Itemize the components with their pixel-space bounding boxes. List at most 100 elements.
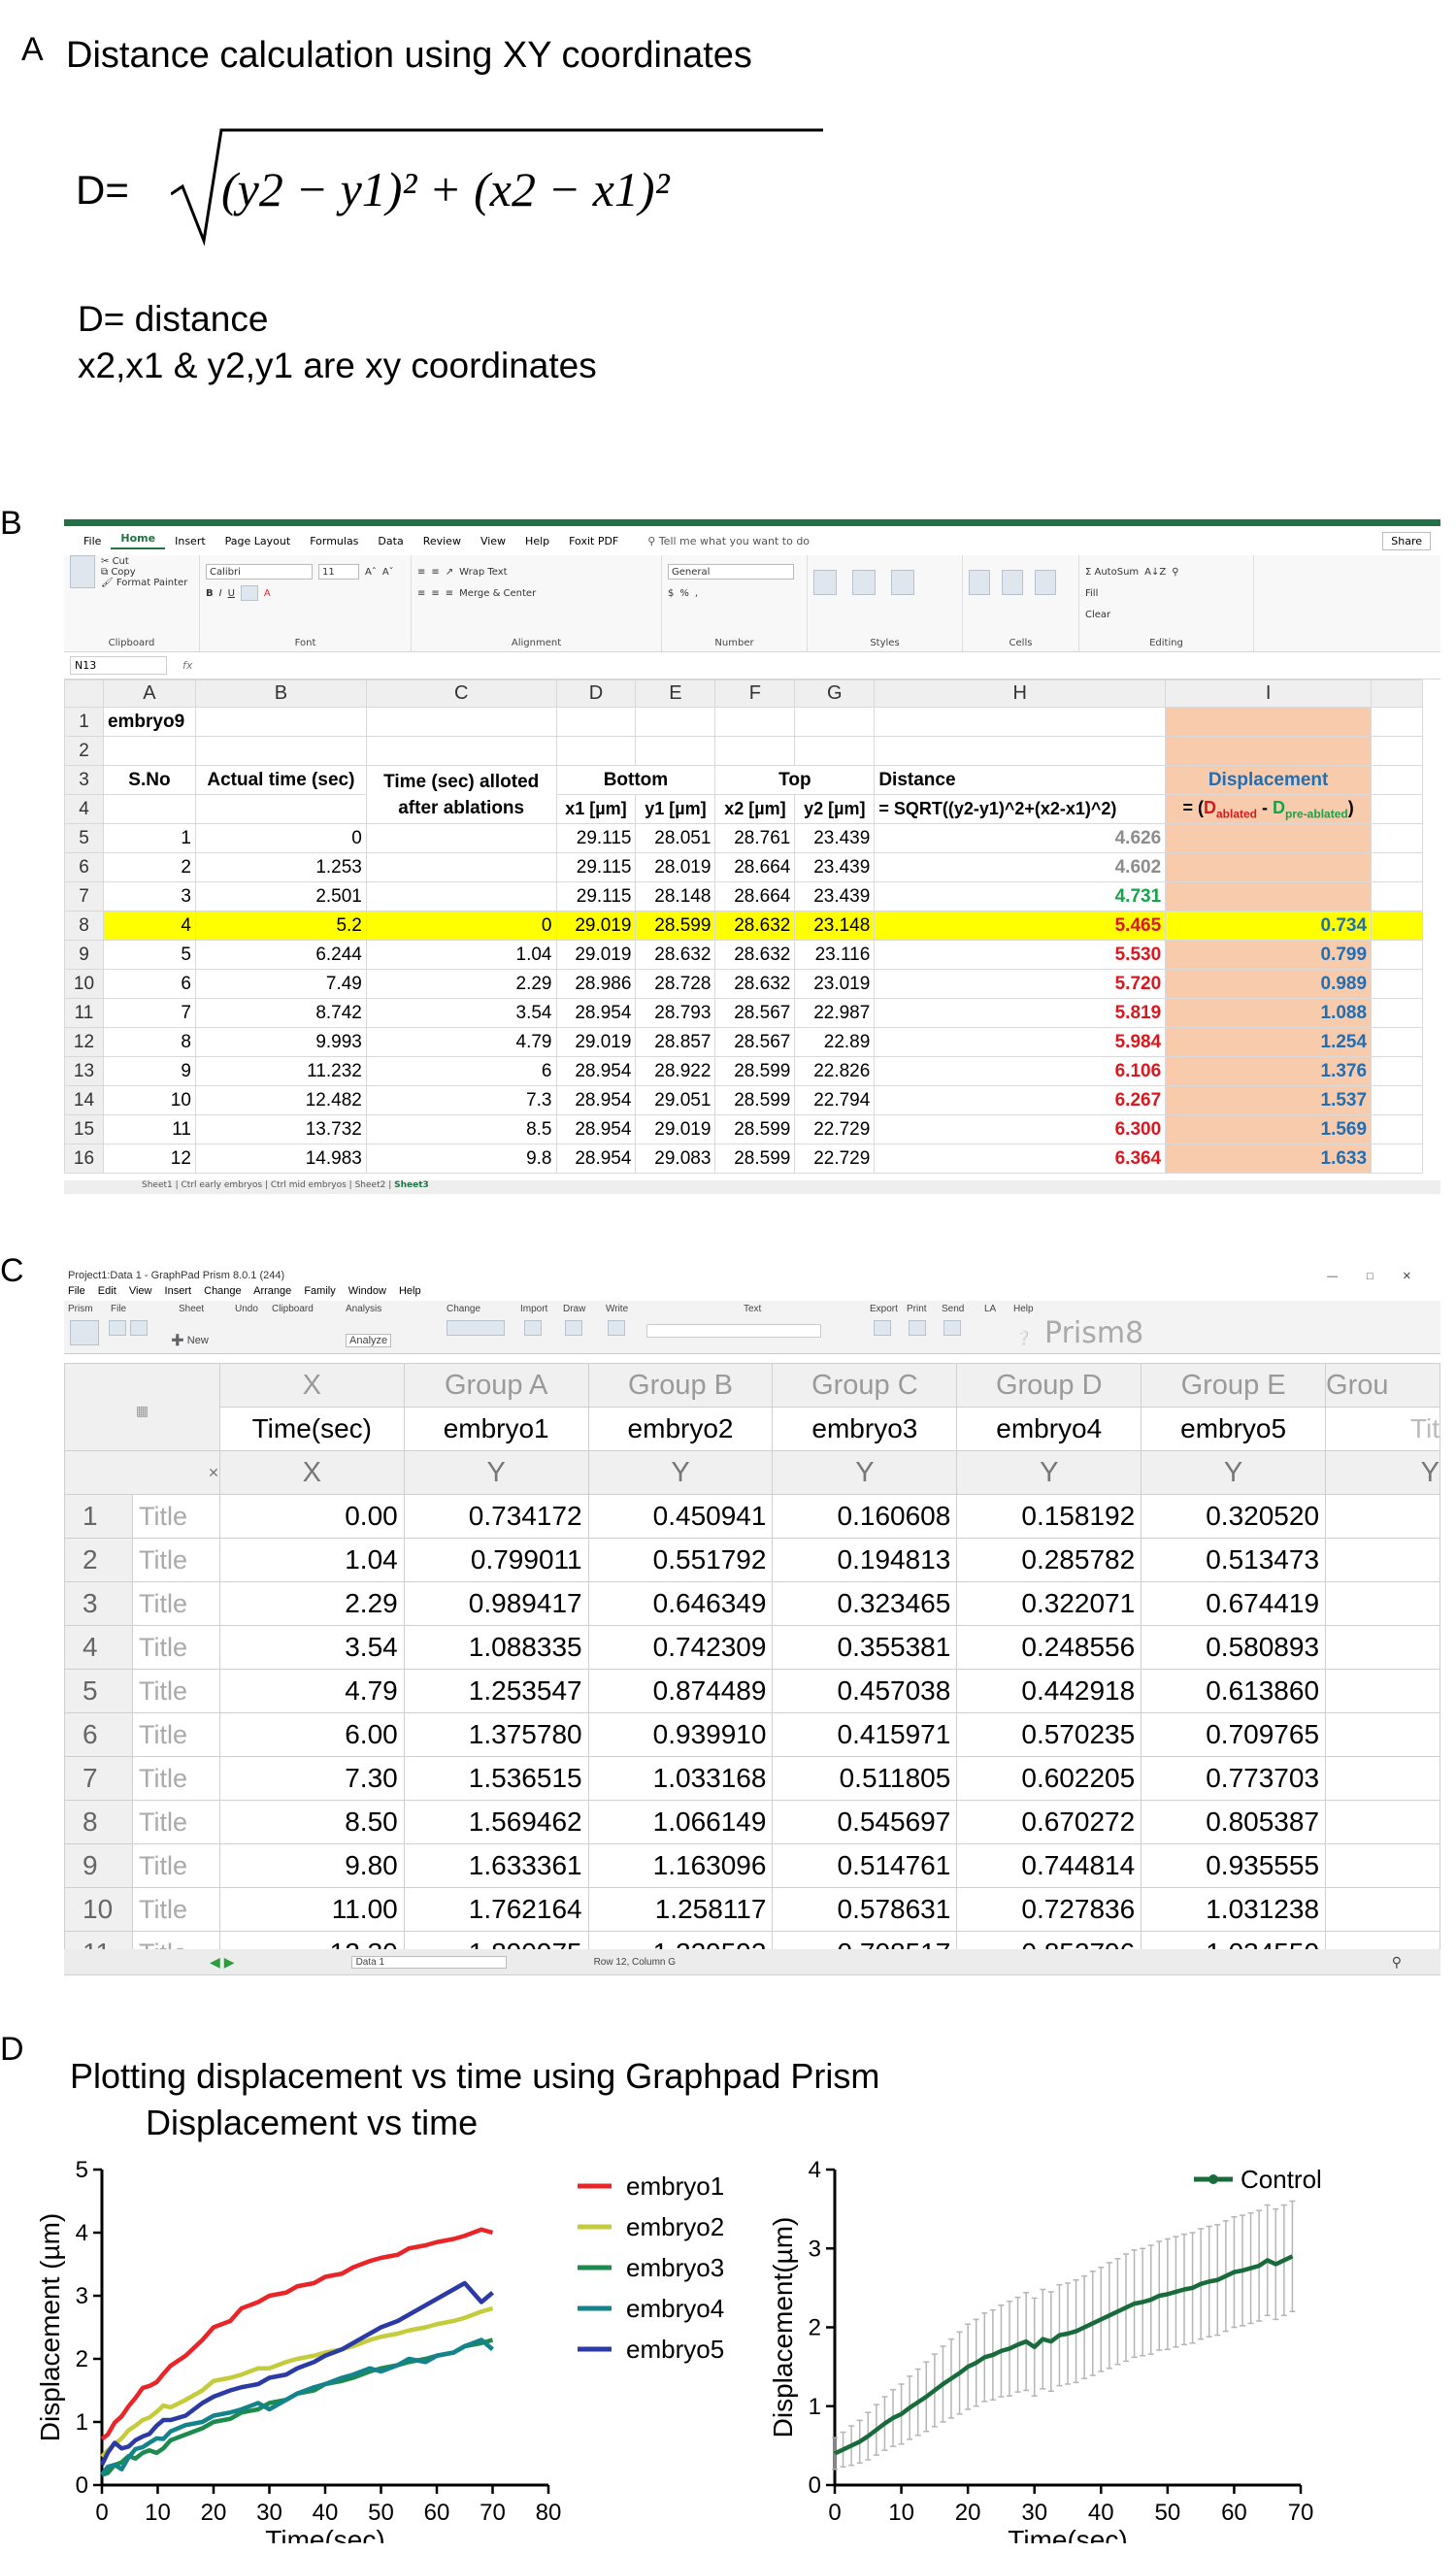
y-value-cell[interactable]: 0.322071 bbox=[956, 1581, 1142, 1626]
change-tools-icon[interactable] bbox=[447, 1320, 505, 1336]
share-button[interactable]: Share bbox=[1382, 531, 1431, 550]
y-value-cell[interactable]: 0.248556 bbox=[956, 1625, 1142, 1670]
cell-y2[interactable]: 22.729 bbox=[794, 1144, 876, 1174]
prism-menu-file[interactable]: File bbox=[68, 1285, 85, 1297]
send-icon[interactable] bbox=[943, 1320, 961, 1336]
y-value-cell[interactable]: 0.285782 bbox=[956, 1538, 1142, 1582]
col-header-c[interactable]: C bbox=[365, 680, 557, 708]
x-value-cell[interactable]: 2.29 bbox=[218, 1581, 405, 1626]
cell-sno[interactable]: 4 bbox=[102, 911, 196, 941]
row-header[interactable]: 13 bbox=[64, 1056, 104, 1086]
row-title[interactable]: Title bbox=[131, 1887, 220, 1932]
cell[interactable] bbox=[1371, 794, 1423, 824]
row-header[interactable]: 5 bbox=[64, 823, 104, 853]
sheet-tab[interactable]: Sheet2 bbox=[355, 1180, 386, 1190]
menu-formulas[interactable]: Formulas bbox=[300, 535, 368, 547]
cell-x2[interactable]: 28.664 bbox=[714, 852, 796, 882]
column-title[interactable]: embryo2 bbox=[587, 1407, 774, 1451]
cell[interactable] bbox=[1371, 881, 1423, 912]
cell-y1[interactable]: 28.793 bbox=[635, 998, 716, 1028]
cell[interactable] bbox=[1371, 852, 1423, 882]
cell[interactable] bbox=[194, 794, 367, 824]
cell[interactable] bbox=[714, 707, 796, 737]
font-select[interactable] bbox=[646, 1324, 821, 1338]
y-value-cell[interactable]: 0.355381 bbox=[772, 1625, 958, 1670]
cell[interactable] bbox=[555, 736, 637, 766]
cell-ta[interactable] bbox=[365, 852, 557, 882]
header-x1[interactable]: x1 [µm] bbox=[555, 794, 637, 824]
cell-y2[interactable]: 23.439 bbox=[794, 881, 876, 912]
group-header[interactable]: Group A bbox=[403, 1363, 589, 1408]
x-value-cell[interactable]: 6.00 bbox=[218, 1712, 405, 1757]
prism-menu-edit[interactable]: Edit bbox=[98, 1285, 116, 1297]
header-bottom[interactable]: Bottom bbox=[555, 765, 716, 795]
cell-d[interactable]: 6.364 bbox=[874, 1144, 1167, 1174]
y-value-cell[interactable]: 0.442918 bbox=[956, 1669, 1142, 1713]
cell-x2[interactable]: 28.664 bbox=[714, 881, 796, 912]
cell[interactable] bbox=[1165, 707, 1373, 737]
cell-d[interactable]: 5.819 bbox=[874, 998, 1167, 1028]
find-select-icon[interactable]: ⚲ bbox=[1172, 567, 1178, 578]
header-time-alloted[interactable]: Time (sec) alloted after ablations bbox=[365, 765, 557, 824]
cell-ta[interactable]: 1.04 bbox=[365, 940, 557, 970]
cell[interactable] bbox=[1371, 823, 1423, 853]
row-number[interactable]: 2 bbox=[64, 1538, 133, 1582]
header-actual-time[interactable]: Actual time (sec) bbox=[194, 765, 367, 795]
cell-ta[interactable] bbox=[365, 881, 557, 912]
row-title[interactable]: Title bbox=[131, 1800, 220, 1844]
cell-ta[interactable]: 6 bbox=[365, 1056, 557, 1086]
cell-t[interactable]: 11.232 bbox=[194, 1056, 367, 1086]
cell-y1[interactable]: 29.083 bbox=[635, 1144, 716, 1174]
row-header[interactable]: 10 bbox=[64, 969, 104, 999]
cell-x1[interactable]: 28.954 bbox=[555, 1114, 637, 1144]
cell-ta[interactable]: 0 bbox=[365, 911, 557, 941]
grow-font-icon[interactable]: Aˆ bbox=[365, 567, 377, 578]
y-value-cell[interactable]: 1.031238 bbox=[1141, 1887, 1327, 1932]
cell-y1[interactable]: 28.148 bbox=[635, 881, 716, 912]
prism-menu-insert[interactable]: Insert bbox=[165, 1285, 192, 1297]
prism-menu-help[interactable]: Help bbox=[399, 1285, 421, 1297]
cell-x1[interactable]: 29.115 bbox=[555, 823, 637, 853]
x-value-cell[interactable]: 3.54 bbox=[218, 1625, 405, 1670]
empty-cell[interactable] bbox=[1325, 1843, 1440, 1888]
group-header[interactable]: Group B bbox=[587, 1363, 774, 1408]
group-header[interactable]: Grou bbox=[1325, 1363, 1440, 1408]
col-header-b[interactable]: B bbox=[194, 680, 367, 708]
y-value-cell[interactable]: 0.514761 bbox=[772, 1843, 958, 1888]
row-number[interactable]: 3 bbox=[64, 1581, 133, 1626]
borders-icon[interactable] bbox=[240, 585, 258, 601]
empty-cell[interactable] bbox=[1325, 1800, 1440, 1844]
cell-d[interactable]: 6.300 bbox=[874, 1114, 1167, 1144]
cell-x1[interactable]: 29.115 bbox=[555, 881, 637, 912]
zoom-icon[interactable]: ⚲ bbox=[1392, 1954, 1402, 1971]
cell[interactable] bbox=[1371, 940, 1423, 970]
cell-sno[interactable]: 11 bbox=[102, 1114, 196, 1144]
cell[interactable] bbox=[794, 707, 876, 737]
y-value-cell[interactable]: 1.163096 bbox=[587, 1843, 774, 1888]
x-value-cell[interactable]: 0.00 bbox=[218, 1494, 405, 1539]
y-value-cell[interactable]: 0.734172 bbox=[403, 1494, 589, 1539]
cell-d[interactable]: 4.731 bbox=[874, 881, 1167, 912]
insert-cells-icon[interactable] bbox=[969, 570, 990, 595]
cell[interactable] bbox=[1371, 1114, 1423, 1144]
y-value-cell[interactable]: 1.253547 bbox=[403, 1669, 589, 1713]
cut-button[interactable]: ✂ Cut bbox=[101, 556, 187, 567]
import-icon[interactable] bbox=[524, 1320, 542, 1336]
copy-button[interactable]: ⧉ Copy bbox=[101, 567, 187, 578]
autosum-button[interactable]: Σ AutoSum bbox=[1085, 567, 1139, 578]
print-icon[interactable] bbox=[909, 1320, 926, 1336]
y-value-cell[interactable]: 0.415971 bbox=[772, 1712, 958, 1757]
file-save-icon[interactable] bbox=[130, 1320, 148, 1336]
cell-x2[interactable]: 28.761 bbox=[714, 823, 796, 853]
cell[interactable] bbox=[1371, 736, 1423, 766]
x-value-cell[interactable]: 11.00 bbox=[218, 1887, 405, 1932]
y-value-cell[interactable]: 0.727836 bbox=[956, 1887, 1142, 1932]
row-header[interactable]: 1 bbox=[64, 707, 104, 737]
font-color-icon[interactable]: A bbox=[264, 588, 271, 599]
write-icon[interactable] bbox=[608, 1320, 625, 1336]
y-value-cell[interactable]: 1.536515 bbox=[403, 1756, 589, 1801]
cell[interactable] bbox=[1371, 765, 1423, 795]
row-header[interactable]: 6 bbox=[64, 852, 104, 882]
format-cells-icon[interactable] bbox=[1035, 570, 1056, 595]
y-value-cell[interactable]: 0.799011 bbox=[403, 1538, 589, 1582]
